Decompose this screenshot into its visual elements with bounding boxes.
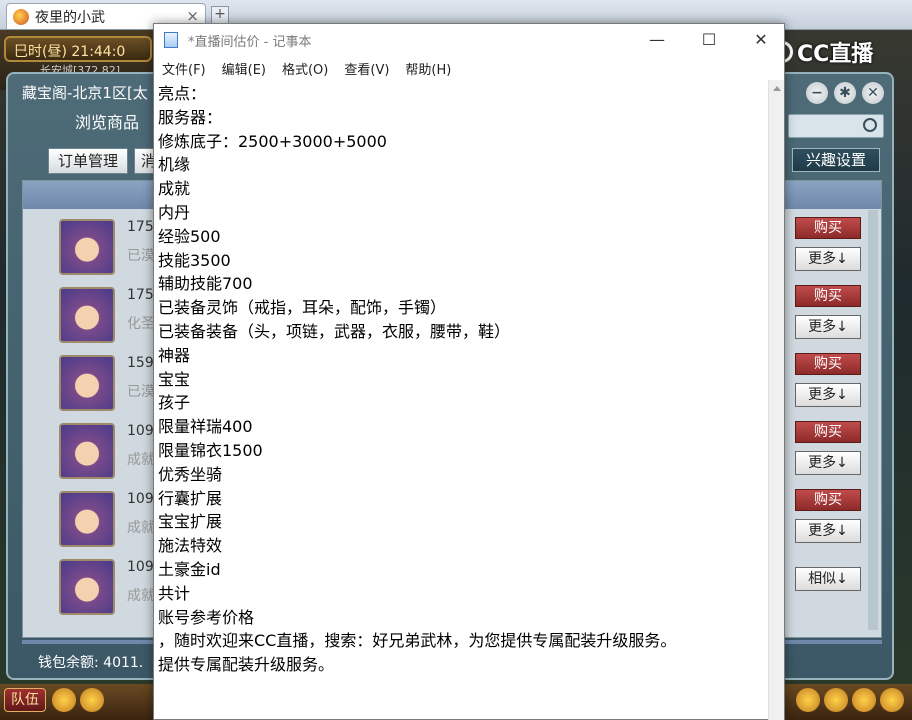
close-icon[interactable]: ✕: [738, 26, 784, 54]
shop-title: 藏宝阁-北京1区[太: [22, 84, 148, 102]
menu-help[interactable]: 帮助(H): [405, 56, 459, 80]
tab-browse-goods[interactable]: 浏览商品: [52, 108, 162, 138]
minimize-icon[interactable]: —: [634, 26, 680, 54]
notepad-vertical-scrollbar[interactable]: [768, 80, 784, 720]
text-line: 共计: [158, 583, 191, 603]
text-line: 修炼底子：2500+3000+5000: [158, 131, 387, 151]
avatar[interactable]: [59, 491, 115, 547]
text-line: 宝宝扩展: [158, 512, 223, 532]
text-line: 已装备装备（头，项链，武器，衣服，腰带，鞋）: [158, 321, 511, 341]
game-time-display: 巳时(昼) 21:44:0: [4, 36, 152, 62]
item-level: 159: [127, 355, 154, 371]
menu-format[interactable]: 格式(O): [282, 56, 336, 80]
text-line: 成就: [158, 179, 191, 199]
buy-button[interactable]: 购买: [795, 217, 861, 239]
text-line: 经验500: [158, 226, 221, 246]
microphone-icon[interactable]: [52, 688, 76, 712]
more-button[interactable]: 更多↓: [795, 247, 861, 271]
notepad-icon: [164, 32, 178, 48]
item-level: 175: [127, 287, 154, 303]
buy-button[interactable]: 购买: [795, 353, 861, 375]
avatar[interactable]: [59, 287, 115, 343]
minimize-icon[interactable]: −: [806, 82, 828, 104]
text-line: 已装备灵饰（戒指，耳朵，配饰，手镯）: [158, 298, 447, 318]
text-line: 宝宝: [158, 369, 191, 389]
item-status: 已漠: [127, 384, 155, 400]
more-button[interactable]: 更多↓: [795, 451, 861, 475]
text-line: 提供专属配装升级服务。: [158, 655, 335, 675]
notepad-text-area[interactable]: 亮点： 服务器： 修炼底子：2500+3000+5000 机缘 成就 内丹 经验…: [154, 80, 768, 720]
order-management-button[interactable]: 订单管理: [48, 148, 128, 174]
notepad-window: *直播间估价 - 记事本 — ☐ ✕ 文件(F) 编辑(E) 格式(O) 查看(…: [153, 23, 785, 720]
buy-button[interactable]: 购买: [795, 489, 861, 511]
item-status: 成就: [127, 452, 155, 468]
menu-view[interactable]: 查看(V): [344, 56, 397, 80]
text-line: 机缘: [158, 155, 191, 175]
notepad-menu-bar: 文件(F) 编辑(E) 格式(O) 查看(V) 帮助(H): [154, 56, 784, 80]
text-line: 施法特效: [158, 536, 223, 556]
menu-file[interactable]: 文件(F): [162, 56, 214, 80]
text-line: 技能3500: [158, 250, 231, 270]
shop-window-controls: − ✱ ✕: [806, 82, 884, 104]
settings-icon[interactable]: [880, 688, 904, 712]
avatar[interactable]: [59, 219, 115, 275]
text-line: 服务器：: [158, 107, 223, 127]
new-tab-button[interactable]: +: [211, 6, 229, 24]
cc-live-logo: CC直播: [765, 32, 912, 72]
text-line: 辅助技能700: [158, 274, 253, 294]
favicon-icon: [13, 8, 29, 25]
shop-search-input[interactable]: [788, 114, 884, 138]
item-status: 成就: [127, 588, 155, 604]
maximize-icon[interactable]: ☐: [686, 26, 732, 54]
more-button[interactable]: 更多↓: [795, 315, 861, 339]
browser-tab-title: 夜里的小武: [35, 9, 105, 26]
search-icon[interactable]: [863, 118, 877, 132]
item-level: 109: [127, 491, 154, 507]
text-line: 内丹: [158, 202, 191, 222]
avatar[interactable]: [59, 559, 115, 615]
avatar[interactable]: [59, 355, 115, 411]
more-button[interactable]: 更多↓: [795, 383, 861, 407]
text-line: 账号参考价格: [158, 607, 255, 627]
avatar[interactable]: [59, 423, 115, 479]
system-icon[interactable]: [852, 688, 876, 712]
item-status: 已漠: [127, 248, 155, 264]
goods-list-scrollbar[interactable]: [868, 210, 878, 630]
text-line: 优秀坐骑: [158, 464, 223, 484]
similar-button[interactable]: 相似↓: [795, 567, 861, 591]
buy-button[interactable]: 购买: [795, 285, 861, 307]
item-status: 成就: [127, 520, 155, 536]
text-line: 亮点：: [158, 84, 207, 103]
notepad-title: *直播间估价 - 记事本: [188, 35, 312, 50]
cc-brand-text: CC直播: [797, 42, 874, 67]
team-button[interactable]: 队伍: [4, 688, 46, 712]
more-button[interactable]: 更多↓: [795, 519, 861, 543]
item-level: 109: [127, 559, 154, 575]
item-level: 175: [127, 219, 154, 235]
text-line: ，随时欢迎来CC直播，搜索：好兄弟武林，为您提供专属配装升级服务。: [158, 631, 677, 651]
notepad-title-bar[interactable]: *直播间估价 - 记事本 — ☐ ✕: [154, 24, 784, 56]
text-line: 限量锦衣1500: [158, 440, 263, 460]
buy-button[interactable]: 购买: [795, 421, 861, 443]
menu-edit[interactable]: 编辑(E): [222, 56, 274, 80]
pet-icon[interactable]: [796, 688, 820, 712]
screen: 夜里的小武 × + 巳时(昼) 21:44:0 长安城[372,82] CC直播…: [0, 0, 912, 720]
interest-settings-button[interactable]: 兴趣设置: [792, 148, 880, 172]
text-line: 神器: [158, 345, 191, 365]
item-status: 化圣: [127, 316, 155, 332]
gear-icon[interactable]: ✱: [834, 82, 856, 104]
close-icon[interactable]: ✕: [862, 82, 884, 104]
text-line: 行囊扩展: [158, 488, 223, 508]
text-line: 限量祥瑞400: [158, 417, 253, 437]
text-line: 孩子: [158, 393, 191, 413]
chat-icon[interactable]: [80, 688, 104, 712]
text-line: 土豪金id: [158, 559, 221, 579]
scroll-up-icon[interactable]: [773, 86, 781, 91]
item-level: 109: [127, 423, 154, 439]
wallet-balance: 钱包余额: 4011.: [38, 655, 144, 671]
emote-icon[interactable]: [824, 688, 848, 712]
